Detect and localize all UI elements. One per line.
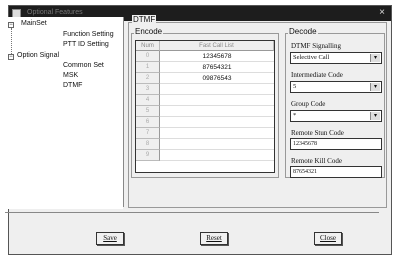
- close-window-icon[interactable]: ×: [379, 7, 385, 18]
- row-num: 3: [136, 84, 160, 95]
- collapse-option-signal-icon[interactable]: −: [8, 54, 14, 60]
- tree-item-mainset[interactable]: MainSet: [21, 20, 47, 27]
- table-cell[interactable]: [160, 128, 274, 139]
- collapse-mainset-icon[interactable]: −: [8, 22, 14, 28]
- row-num: 5: [136, 106, 160, 117]
- footer-divider: [5, 212, 379, 213]
- remote-kill-code-label: Remote Kill Code: [291, 157, 342, 165]
- tree-item-msk[interactable]: MSK: [63, 72, 78, 79]
- group-code-label: Group Code: [291, 100, 326, 108]
- encode-label: Encode: [134, 27, 164, 36]
- dtmf-signalling-label: DTMF Signalling: [291, 42, 341, 50]
- table-cell[interactable]: [160, 84, 274, 95]
- window-title: Optional Features: [27, 9, 83, 16]
- remote-kill-code-field[interactable]: 87654321: [290, 166, 382, 178]
- intermediate-code-value: 5: [293, 83, 297, 90]
- tree-item-dtmf[interactable]: DTMF: [63, 82, 82, 89]
- dropdown-arrow-icon[interactable]: ▾: [370, 54, 380, 62]
- dropdown-arrow-icon[interactable]: ▾: [370, 112, 380, 120]
- table-cell[interactable]: 87654321: [160, 62, 274, 73]
- row-num: 7: [136, 128, 160, 139]
- group-code-select[interactable]: * ▾: [290, 110, 382, 122]
- close-button[interactable]: Close: [314, 232, 342, 245]
- row-num: 2: [136, 73, 160, 84]
- table-cell[interactable]: 12345678: [160, 51, 274, 62]
- row-num: 6: [136, 117, 160, 128]
- row-num: 1: [136, 62, 160, 73]
- row-num: 8: [136, 139, 160, 150]
- settings-tree: − MainSet Function Setting PTT ID Settin…: [5, 17, 123, 209]
- intermediate-code-select[interactable]: 5 ▾: [290, 81, 382, 93]
- table-cell[interactable]: [160, 150, 274, 161]
- decode-label: Decode: [288, 27, 318, 36]
- fast-call-table: Num Fast Call List 0 12345678 1 87654321…: [135, 40, 275, 173]
- tree-item-common-set[interactable]: Common Set: [63, 62, 104, 69]
- save-button[interactable]: Save: [96, 232, 124, 245]
- tree-item-function-setting[interactable]: Function Setting: [63, 31, 114, 38]
- table-cell[interactable]: [160, 139, 274, 150]
- table-cell[interactable]: 09876543: [160, 73, 274, 84]
- table-cell[interactable]: [160, 117, 274, 128]
- dropdown-arrow-icon[interactable]: ▾: [370, 83, 380, 91]
- tree-item-ptt-id-setting[interactable]: PTT ID Setting: [63, 41, 109, 48]
- group-code-value: *: [293, 112, 297, 119]
- remote-stun-code-label: Remote Stun Code: [291, 129, 344, 137]
- remote-stun-code-value: 12345678: [293, 141, 317, 147]
- table-cell[interactable]: [160, 106, 274, 117]
- remote-stun-code-field[interactable]: 12345678: [290, 138, 382, 150]
- row-num: 0: [136, 51, 160, 62]
- intermediate-code-label: Intermediate Code: [291, 71, 343, 79]
- reset-button[interactable]: Reset: [200, 232, 228, 245]
- panel-divider: [123, 17, 124, 207]
- row-num: 9: [136, 150, 160, 161]
- dtmf-signalling-value: Selective Call: [293, 54, 330, 61]
- col-header-num: Num: [136, 41, 160, 51]
- table-cell[interactable]: [160, 95, 274, 106]
- col-header-fast-call: Fast Call List: [160, 41, 274, 51]
- dtmf-group-label: DTMF: [132, 15, 157, 24]
- remote-kill-code-value: 87654321: [293, 169, 317, 175]
- tree-item-option-signal[interactable]: Option Signal: [17, 52, 59, 59]
- dtmf-signalling-select[interactable]: Selective Call ▾: [290, 52, 382, 64]
- row-num: 4: [136, 95, 160, 106]
